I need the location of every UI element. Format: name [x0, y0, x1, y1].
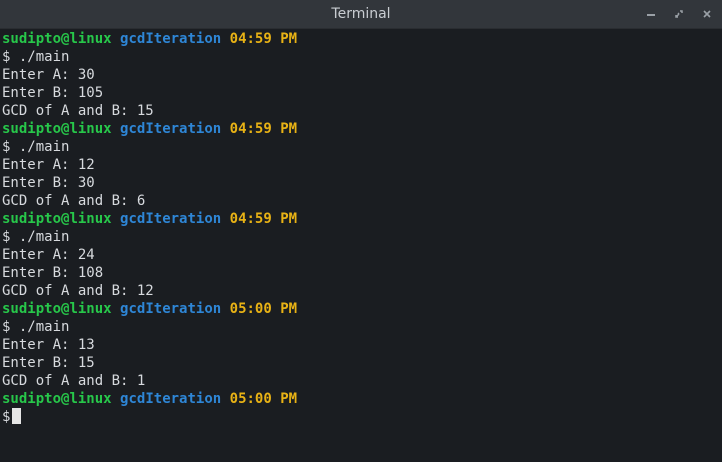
output-line: GCD of A and B: 1	[2, 373, 146, 389]
output-line: GCD of A and B: 12	[2, 283, 154, 299]
terminal-output[interactable]: sudipto@linux gcdIteration 04:59 PM $ ./m…	[0, 29, 722, 462]
prompt-user: sudipto	[2, 31, 62, 47]
terminal-window: Terminal sudipto@linux gcdIteration 04:5…	[0, 0, 722, 462]
prompt-symbol: $	[2, 409, 11, 425]
prompt-line: sudipto@linux gcdIteration 04:59 PM	[2, 210, 720, 228]
prompt-line: sudipto@linux gcdIteration 05:00 PM	[2, 300, 720, 318]
cursor	[12, 408, 22, 424]
output-line: Enter A: 24	[2, 247, 95, 263]
prompt-directory: gcdIteration	[120, 301, 222, 317]
prompt-line: sudipto@linux gcdIteration 04:59 PM	[2, 30, 720, 48]
output-line: Enter A: 30	[2, 67, 95, 83]
output-line: Enter B: 15	[2, 355, 95, 371]
prompt-time: 05:00 PM	[229, 391, 298, 407]
minimize-icon[interactable]	[644, 7, 658, 21]
prompt-directory: gcdIteration	[120, 211, 222, 227]
command-line: $ ./main	[2, 139, 70, 155]
output-line: GCD of A and B: 6	[2, 193, 146, 209]
prompt-time: 04:59 PM	[229, 211, 298, 227]
prompt-user: sudipto	[2, 391, 62, 407]
output-line: Enter B: 30	[2, 175, 95, 191]
output-line: GCD of A and B: 15	[2, 103, 154, 119]
prompt-time: 05:00 PM	[229, 301, 298, 317]
prompt-user: sudipto	[2, 301, 62, 317]
prompt-directory: gcdIteration	[120, 391, 222, 407]
prompt-time: 04:59 PM	[229, 121, 298, 137]
output-line: Enter B: 105	[2, 85, 104, 101]
title-bar[interactable]: Terminal	[0, 0, 722, 29]
prompt-line: sudipto@linux gcdIteration 05:00 PM	[2, 390, 720, 408]
close-icon[interactable]	[700, 7, 714, 21]
command-line: $ ./main	[2, 319, 70, 335]
window-controls	[644, 0, 714, 28]
maximize-icon[interactable]	[672, 7, 686, 21]
prompt-directory: gcdIteration	[120, 31, 222, 47]
prompt-host: linux	[69, 31, 112, 47]
output-line: Enter B: 108	[2, 265, 104, 281]
prompt-host: linux	[69, 301, 112, 317]
output-line: Enter A: 13	[2, 337, 95, 353]
prompt-line: sudipto@linux gcdIteration 04:59 PM	[2, 120, 720, 138]
prompt-directory: gcdIteration	[120, 121, 222, 137]
prompt-time: 04:59 PM	[229, 31, 298, 47]
command-line: $ ./main	[2, 229, 70, 245]
window-title: Terminal	[331, 6, 391, 22]
prompt-user: sudipto	[2, 211, 62, 227]
prompt-host: linux	[69, 121, 112, 137]
prompt-host: linux	[69, 391, 112, 407]
input-line[interactable]: $	[2, 408, 720, 426]
command-line: $ ./main	[2, 49, 70, 65]
prompt-user: sudipto	[2, 121, 62, 137]
output-line: Enter A: 12	[2, 157, 95, 173]
prompt-host: linux	[69, 211, 112, 227]
